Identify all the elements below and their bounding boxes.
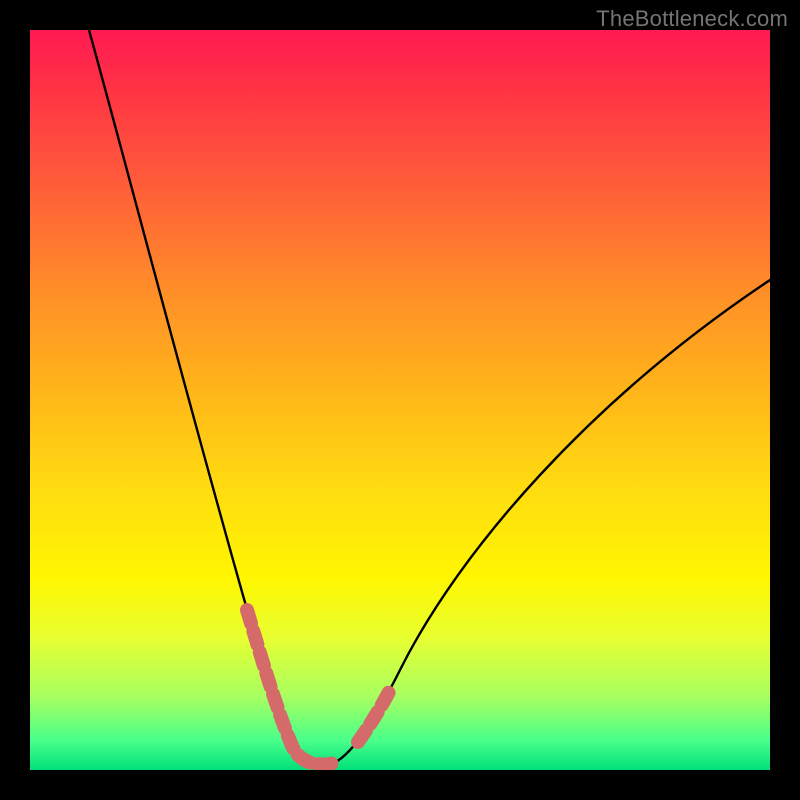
watermark-text: TheBottleneck.com <box>596 6 788 32</box>
right-ascent-highlight <box>358 686 392 742</box>
chart-svg <box>30 30 770 770</box>
plot-area <box>30 30 770 770</box>
valley-highlight <box>298 755 334 764</box>
chart-container: TheBottleneck.com <box>0 0 800 800</box>
bottleneck-curve <box>89 30 770 765</box>
left-descent-highlight <box>247 610 294 750</box>
